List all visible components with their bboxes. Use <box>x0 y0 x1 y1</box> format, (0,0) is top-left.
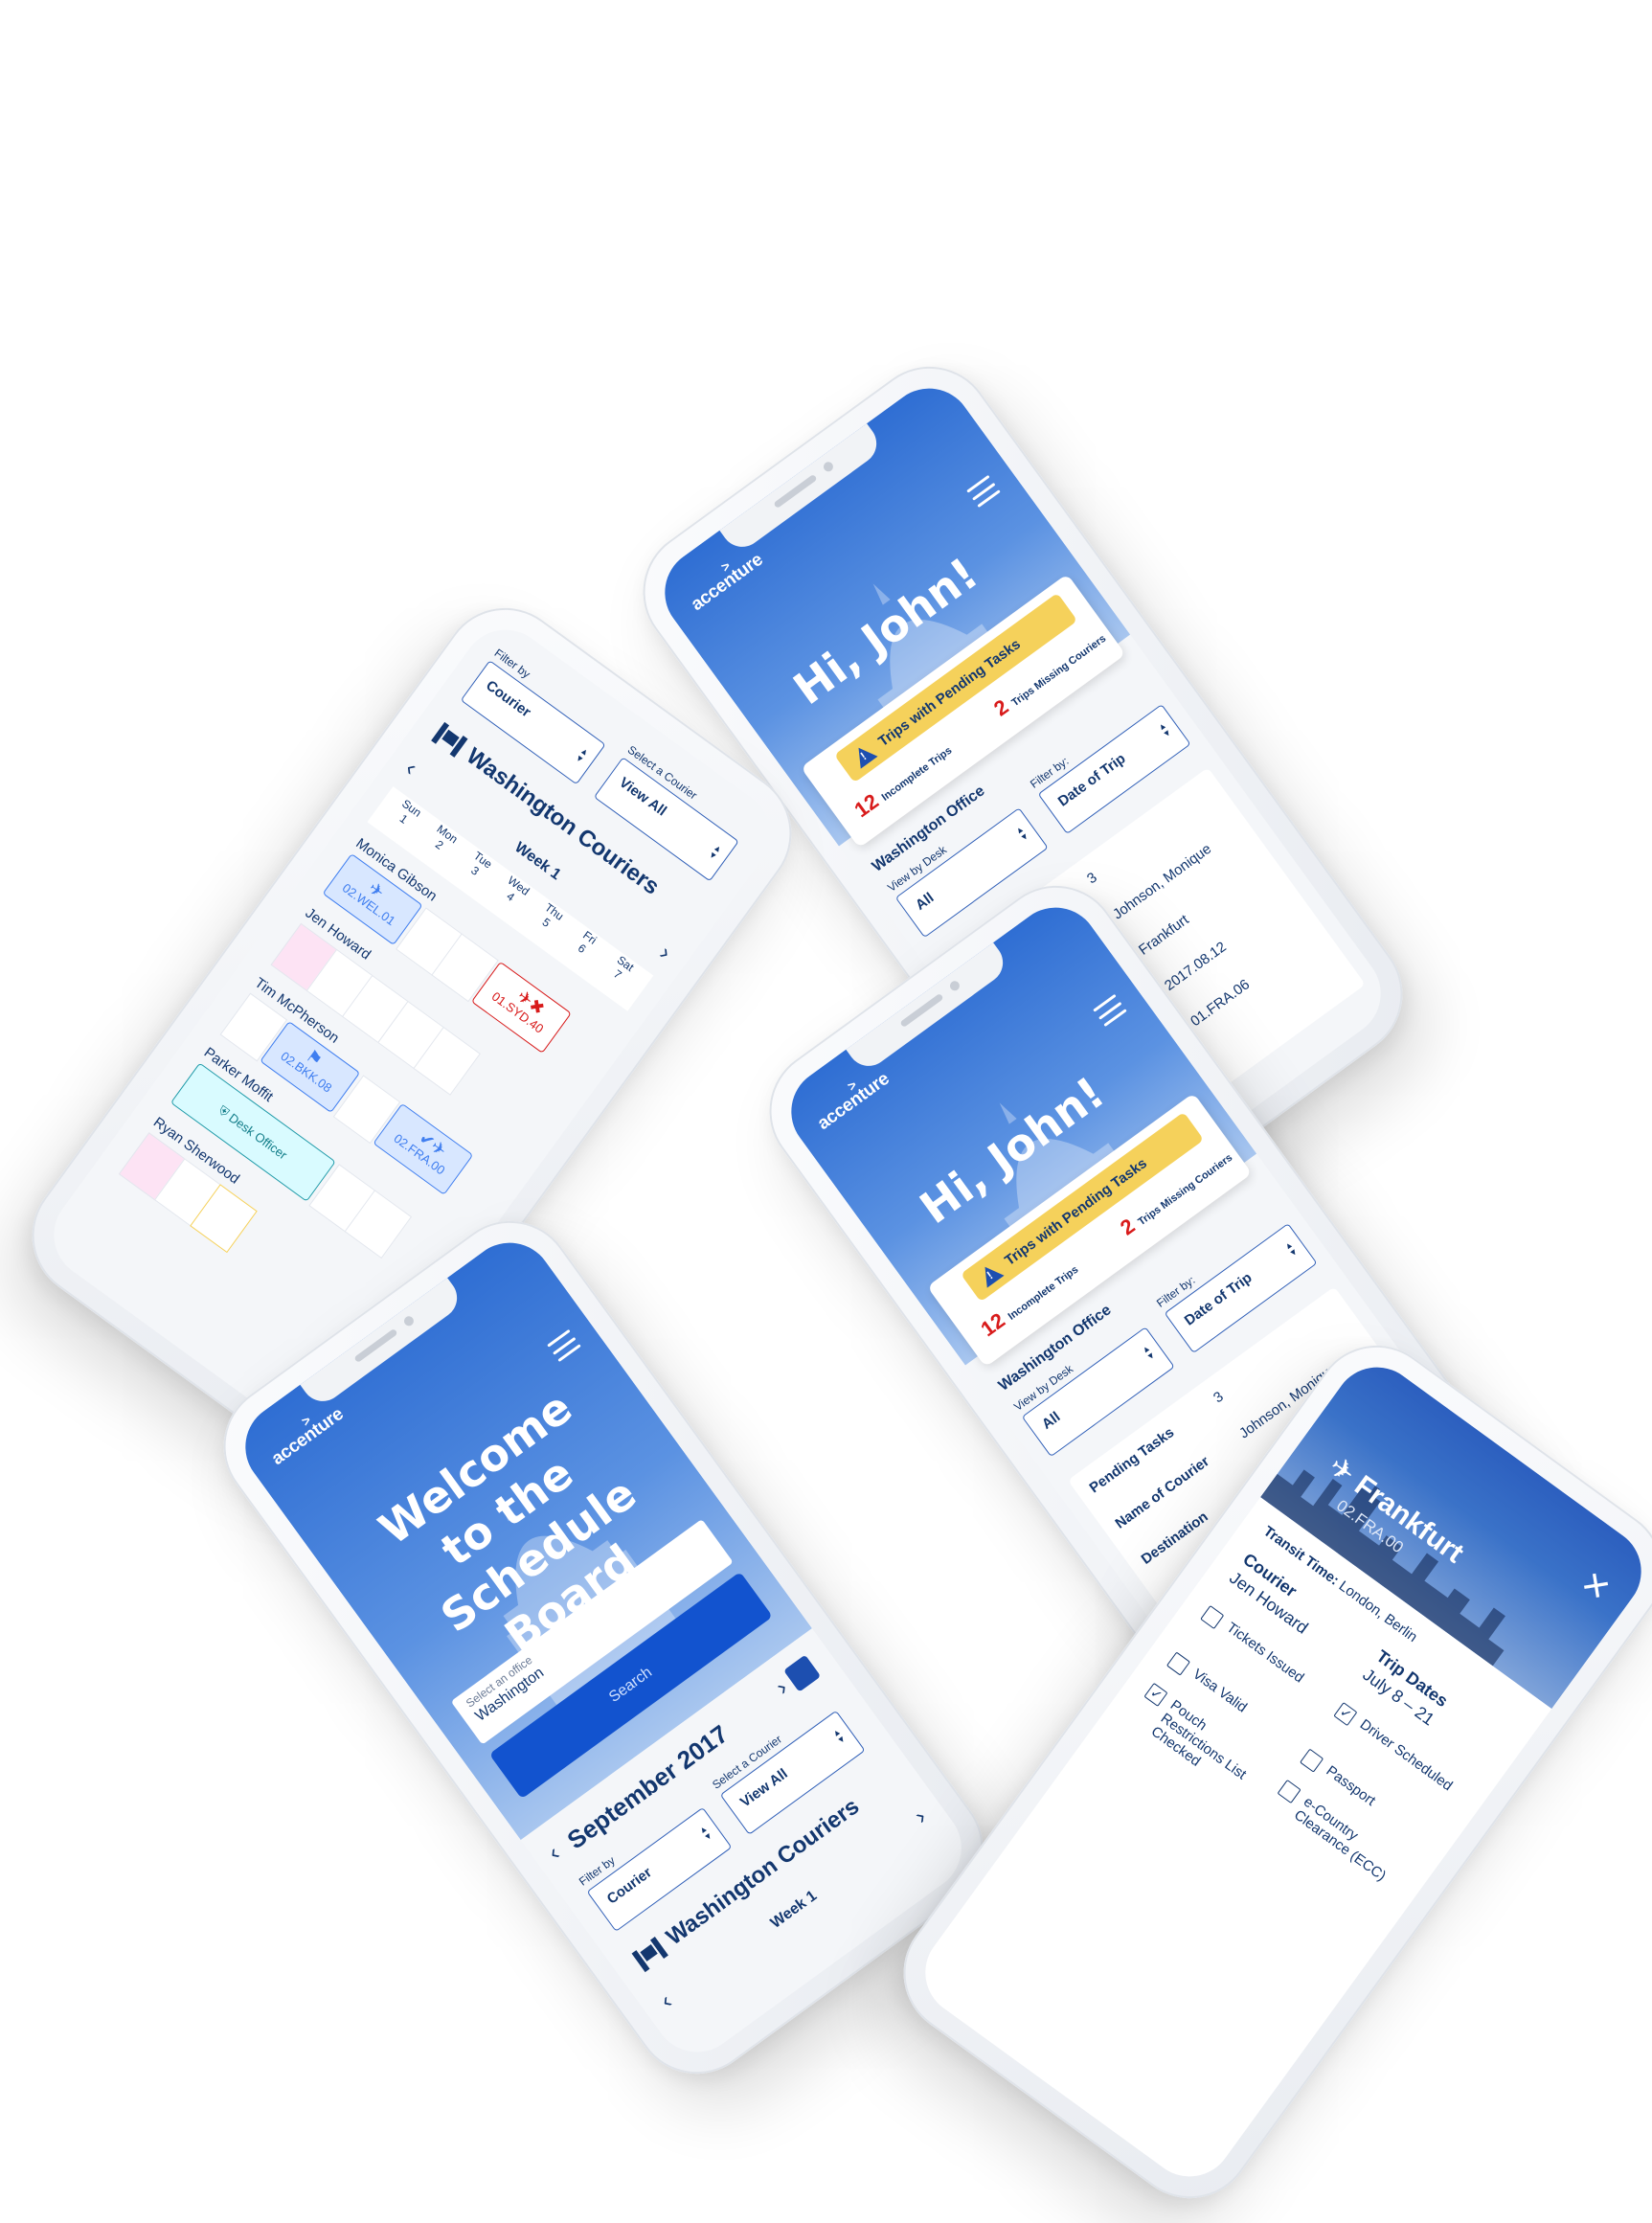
checklist-label: Driver Scheduled <box>1356 1715 1456 1795</box>
select-arrows-icon: ▲ ▼ <box>1012 823 1031 844</box>
checkbox[interactable] <box>1165 1651 1191 1676</box>
hamburger-menu-icon[interactable] <box>1093 993 1127 1028</box>
select-arrows-icon: ▲ ▼ <box>1155 719 1174 740</box>
row-value: Frankfurt <box>1135 911 1192 959</box>
screen: accenture > Welcome to the Schedule Boar… <box>228 1225 979 2070</box>
accenture-logo: accenture <box>687 549 767 616</box>
warning-icon <box>849 740 878 769</box>
checklist-label: Visa Valid <box>1189 1666 1251 1716</box>
checklist-item[interactable]: e-Country Clearance (ECC) <box>1269 1778 1404 1889</box>
checklist-label: Passport <box>1323 1762 1379 1809</box>
couriers-icon <box>431 721 468 758</box>
checkbox[interactable] <box>1277 1779 1301 1804</box>
select-arrows-icon: ▲ ▼ <box>1281 1238 1301 1259</box>
select-arrows-icon: ▲ ▼ <box>829 1726 849 1746</box>
accenture-logo: accenture <box>267 1403 348 1470</box>
checkbox-checked[interactable]: ✓ <box>1333 1702 1358 1727</box>
row-value: 01.FRA.06 <box>1188 976 1254 1031</box>
hamburger-menu-icon[interactable] <box>966 474 1001 509</box>
incomplete-count: 12 <box>976 1307 1009 1342</box>
select-arrows-icon: ▲ ▼ <box>696 1823 714 1844</box>
couriers-icon <box>631 1937 668 1973</box>
view-by-value: All <box>1038 1408 1064 1433</box>
accenture-logo: accenture <box>813 1068 894 1135</box>
prev-month-chevron-icon[interactable]: ‹ <box>543 1841 565 1867</box>
filter-value: Courier <box>483 677 534 721</box>
select-arrows-icon: ▲ ▼ <box>706 842 725 862</box>
courier-value: View All <box>736 1765 791 1811</box>
checkbox-checked[interactable]: ✓ <box>1143 1682 1168 1707</box>
filter-value: Courier <box>603 1864 655 1908</box>
courier-value: View All <box>616 774 670 820</box>
incomplete-count: 12 <box>849 788 883 823</box>
hamburger-menu-icon[interactable] <box>547 1328 581 1363</box>
view-by-value: All <box>912 889 938 914</box>
phone-trip-detail: ✕ ✈ Frankfurt 02.FRA.00 Transit Time: Lo… <box>878 1320 1652 2223</box>
checklist-item[interactable]: ✓ Pouch Restrictions List Checked <box>1126 1681 1271 1804</box>
close-icon[interactable]: ✕ <box>1573 1563 1618 1610</box>
checkbox[interactable] <box>1200 1604 1225 1630</box>
row-value: 2017.08.12 <box>1162 939 1230 994</box>
warning-icon <box>976 1259 1005 1288</box>
row-value: Johnson, Monique <box>1109 840 1215 923</box>
checkbox[interactable] <box>1300 1748 1324 1773</box>
select-arrows-icon: ▲ ▼ <box>1139 1342 1158 1363</box>
desk-officer-label: Desk Officer <box>226 1110 290 1163</box>
select-arrows-icon: ▲ ▼ <box>573 745 592 765</box>
calendar-icon[interactable] <box>783 1654 822 1692</box>
